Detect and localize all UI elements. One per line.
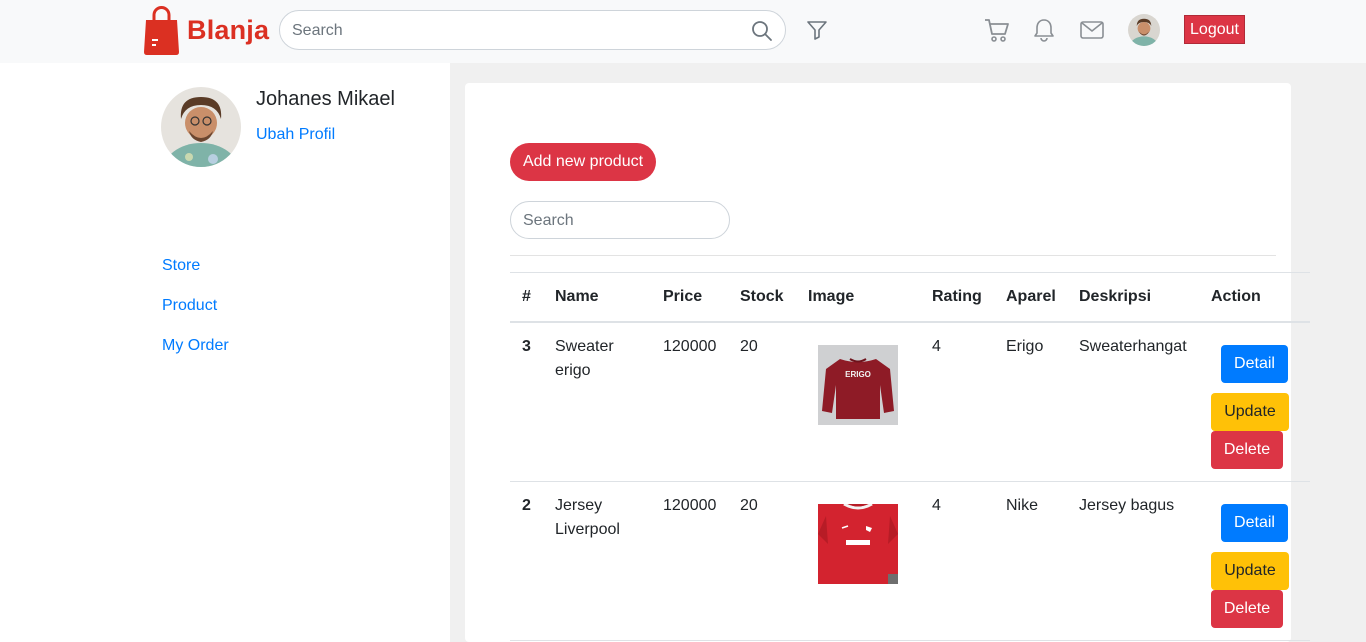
profile-photo: [161, 87, 241, 167]
search-icon[interactable]: [751, 20, 773, 42]
row-name-line1: Sweater: [555, 338, 614, 355]
row-border: [510, 481, 1310, 482]
row-deskripsi: Sweaterhangat: [1079, 338, 1187, 355]
column-header-price: Price: [663, 288, 703, 305]
nav-avatar[interactable]: [1128, 14, 1160, 46]
table-header-border: [510, 321, 1310, 323]
search-field[interactable]: [279, 10, 786, 50]
sidebar-item-product[interactable]: Product: [162, 297, 217, 315]
shopping-bag-logo-icon: [144, 6, 179, 55]
delete-button[interactable]: Delete: [1211, 431, 1283, 469]
profile-avatar: [161, 87, 241, 167]
column-header-stock: Stock: [740, 288, 784, 305]
row-aparel: Nike: [1006, 497, 1039, 514]
mail-icon[interactable]: [1080, 20, 1104, 40]
edit-profile-link[interactable]: Ubah Profil: [256, 126, 335, 144]
red-jersey-image: [818, 504, 898, 584]
column-header-rating: Rating: [932, 288, 982, 305]
row-price: 120000: [663, 497, 717, 514]
filter-icon[interactable]: [806, 20, 828, 40]
table-top-border: [510, 272, 1310, 273]
product-search-input[interactable]: [523, 210, 718, 232]
sidebar-item-my-order[interactable]: My Order: [162, 337, 229, 355]
update-button[interactable]: Update: [1211, 552, 1289, 590]
column-header-aparel: Aparel: [1006, 288, 1056, 305]
profile-name: Johanes Mikael: [256, 88, 395, 110]
red-sweater-image: ERIGO: [818, 345, 898, 425]
column-header-name: Name: [555, 288, 599, 305]
column-header-number: #: [522, 288, 531, 305]
user-avatar-image: [1128, 14, 1160, 46]
row-name-line2: Liverpool: [555, 521, 620, 538]
row-rating: 4: [932, 338, 941, 355]
row-stock: 20: [740, 497, 758, 514]
sweater-print: ERIGO: [845, 370, 871, 379]
brand-logo[interactable]: Blanja: [143, 5, 269, 55]
add-product-button[interactable]: Add new product: [510, 143, 656, 181]
column-header-deskripsi: Deskripsi: [1079, 288, 1152, 305]
bell-icon[interactable]: [1033, 17, 1055, 43]
row-price: 120000: [663, 338, 717, 355]
column-header-image: Image: [808, 288, 855, 305]
product-image: ERIGO: [818, 345, 898, 425]
top-navbar: Blanja Logout: [0, 0, 1366, 63]
sidebar-item-store[interactable]: Store: [162, 257, 200, 275]
product-search-field[interactable]: [510, 201, 730, 239]
row-name-line1: Jersey: [555, 497, 603, 514]
row-rating: 4: [932, 497, 941, 514]
sidebar: Johanes Mikael Ubah Profil Store Product…: [0, 63, 450, 642]
search-input[interactable]: [292, 20, 732, 42]
product-image: [818, 504, 898, 584]
detail-button[interactable]: Detail: [1221, 504, 1288, 542]
row-name-line2: erigo: [555, 362, 591, 379]
brand-name: Blanja: [187, 14, 270, 45]
row-aparel: Erigo: [1006, 338, 1044, 355]
row-border: [510, 640, 1310, 641]
row-deskripsi: Jersey bagus: [1079, 497, 1175, 514]
row-id: 3: [522, 338, 531, 355]
delete-button[interactable]: Delete: [1211, 590, 1283, 628]
row-stock: 20: [740, 338, 758, 355]
divider: [510, 255, 1276, 256]
update-button[interactable]: Update: [1211, 393, 1289, 431]
cart-icon[interactable]: [984, 17, 1010, 43]
detail-button[interactable]: Detail: [1221, 345, 1288, 383]
row-id: 2: [522, 497, 531, 514]
logout-button[interactable]: Logout: [1184, 15, 1245, 44]
column-header-action: Action: [1211, 288, 1261, 305]
